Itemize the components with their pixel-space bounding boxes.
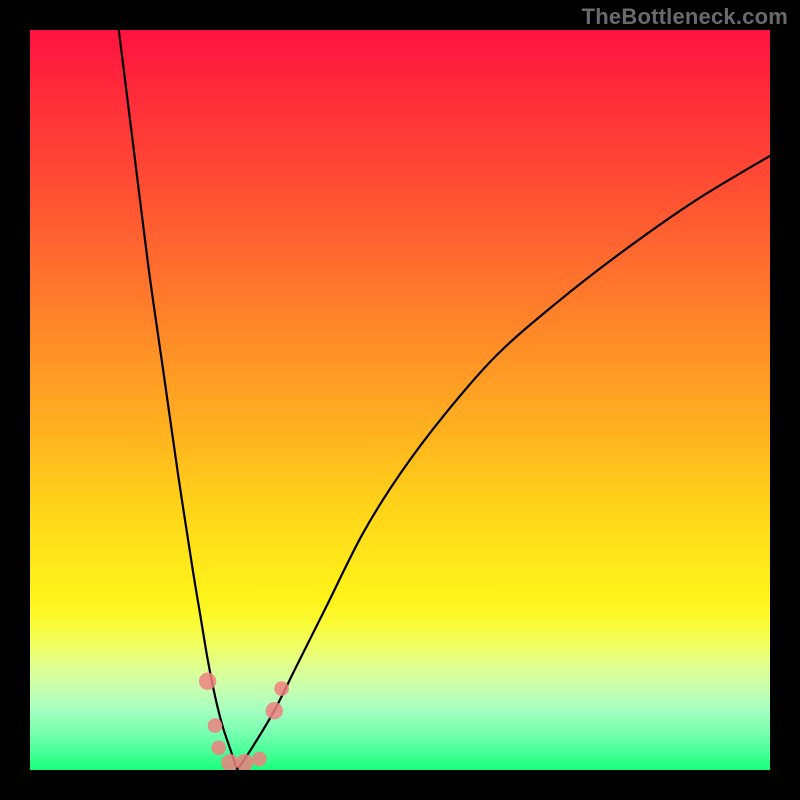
right-curve — [237, 156, 770, 770]
data-marker — [211, 740, 226, 755]
data-marker — [274, 681, 289, 696]
data-markers — [199, 673, 289, 770]
data-marker — [236, 754, 253, 770]
watermark-text: TheBottleneck.com — [582, 4, 788, 30]
data-marker — [221, 754, 238, 770]
chart-root: TheBottleneck.com — [0, 0, 800, 800]
data-marker — [208, 718, 223, 733]
data-marker — [199, 673, 216, 690]
data-marker — [266, 702, 283, 719]
curves-layer — [30, 30, 770, 770]
left-curve — [119, 30, 237, 770]
data-marker — [252, 752, 267, 767]
plot-area — [30, 30, 770, 770]
